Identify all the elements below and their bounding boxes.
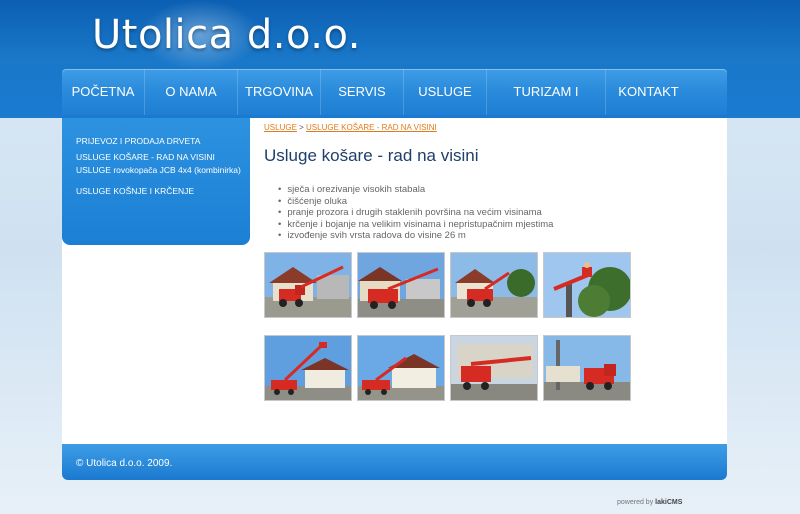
list-item: sječa i orezivanje visokih stabala [278,184,553,196]
truck-crane-photo-icon [451,253,537,317]
truck-crane-photo-icon [358,253,444,317]
truck-crane-photo-icon [451,336,537,400]
breadcrumb-current[interactable]: USLUGE KOŠARE - RAD NA VISINI [306,123,437,132]
nav-item-o-nama[interactable]: O NAMA [145,69,238,115]
sidebar-item-prijevoz[interactable]: PRIJEVOZ I PRODAJA DRVETA [76,136,241,146]
sidebar-item-kosare[interactable]: USLUGE KOŠARE - RAD NA VISINI [76,152,241,162]
gallery-thumb-4[interactable] [543,252,631,318]
truck-crane-photo-icon [358,336,444,400]
truck-crane-photo-icon [544,336,630,400]
gallery-thumb-3[interactable] [450,252,538,318]
powered-by[interactable]: powered by lakiCMS [617,499,682,506]
gallery-thumb-7[interactable] [450,335,538,401]
breadcrumb-separator: > [296,123,307,132]
gallery-thumb-5[interactable] [264,335,352,401]
copyright-text: © Utolica d.o.o. 2009. [76,458,173,469]
gallery-thumb-8[interactable] [543,335,631,401]
nav-item-turizam-i-odmor[interactable]: TURIZAM I ODMOR [487,69,606,145]
truck-crane-photo-icon [265,336,351,400]
page-title: Usluge košare - rad na visini [264,146,479,165]
nav-item-servis[interactable]: SERVIS [321,69,404,115]
list-item: pranje prozora i drugih staklenih površi… [278,207,553,219]
nav-item-trgovina[interactable]: TRGOVINA [238,69,321,115]
gallery-thumb-2[interactable] [357,252,445,318]
sidebar-item-rovokopac[interactable]: USLUGE rovokopača JCB 4x4 (kombinirka) [76,165,241,175]
nav-item-kontakt[interactable]: KONTAKT [606,69,691,115]
powered-prefix: powered by [617,499,654,506]
cms-brand: lakiCMS [655,499,683,506]
list-item: izvođenje svih vrsta radova do visine 26… [278,230,553,242]
services-list: sječa i orezivanje visokih stabala čišće… [278,184,553,242]
main-nav: POČETNA O NAMA TRGOVINA SERVIS USLUGE TU… [62,69,727,145]
tree-trimming-photo-icon [544,253,630,317]
sidebar-item-kosnja[interactable]: USLUGE KOŠNJE I KRČENJE [76,186,241,196]
list-item: krčenje i bojanje na velikim visinama i … [278,219,553,231]
gallery-thumb-1[interactable] [264,252,352,318]
truck-crane-photo-icon [265,253,351,317]
list-item: čišćenje oluka [278,196,553,208]
nav-item-pocetna[interactable]: POČETNA [62,69,145,115]
gallery-thumb-6[interactable] [357,335,445,401]
breadcrumb-link-usluge[interactable]: USLUGE [264,123,297,132]
nav-item-usluge[interactable]: USLUGE [404,69,487,115]
breadcrumb: USLUGE > USLUGE KOŠARE - RAD NA VISINI [264,123,437,132]
sidebar: PRIJEVOZ I PRODAJA DRVETA USLUGE KOŠARE … [62,118,250,245]
site-title[interactable]: Utolica d.o.o. [92,12,361,58]
